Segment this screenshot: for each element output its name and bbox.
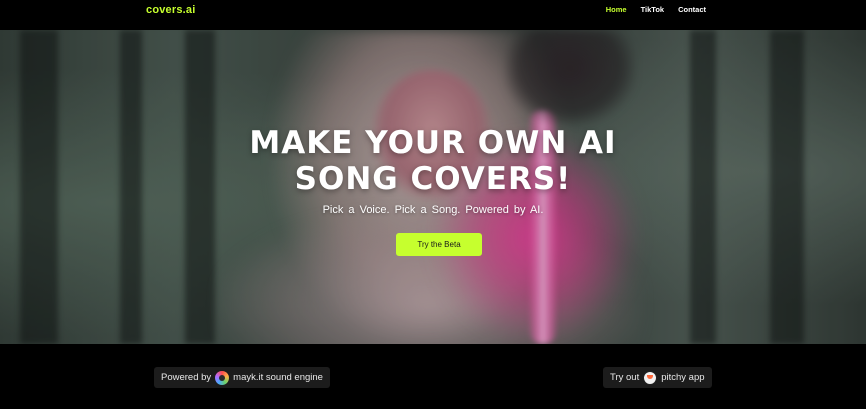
pitchy-logo-icon [643,370,658,385]
pitchy-app-label: pitchy app [661,372,705,383]
try-out-label: Try out [610,372,640,383]
hero-headline: MAKE YOUR OWN AI SONG COVERS! [0,125,866,197]
nav-links: Home TikTok Contact [606,5,706,14]
powered-by-label: Powered by [161,372,212,383]
nav-link-tiktok[interactable]: TikTok [641,5,664,14]
try-pitchy-app-link[interactable]: Try out pitchy app [603,367,712,388]
nav-link-contact[interactable]: Contact [678,5,706,14]
mayk-logo-icon [215,370,230,385]
footer: Powered by mayk.it sound engine Try out … [0,344,866,409]
try-the-beta-button[interactable]: Try the Beta [396,233,482,256]
nav-link-home[interactable]: Home [606,5,627,14]
hero-section: MAKE YOUR OWN AI SONG COVERS! Pick a Voi… [0,30,866,344]
powered-by-mayk-link[interactable]: Powered by mayk.it sound engine [154,367,330,388]
mayk-sound-engine-label: mayk.it sound engine [233,372,323,383]
brand-logo[interactable]: covers.ai [146,4,196,16]
hero-headline-line-2: SONG COVERS! [294,161,572,197]
hero-headline-line-1: MAKE YOUR OWN AI [249,125,617,161]
top-navigation-bar: covers.ai Home TikTok Contact [0,0,866,30]
hero-subheadline: Pick a Voice. Pick a Song. Powered by AI… [322,204,544,216]
hero-content: MAKE YOUR OWN AI SONG COVERS! Pick a Voi… [0,30,866,344]
